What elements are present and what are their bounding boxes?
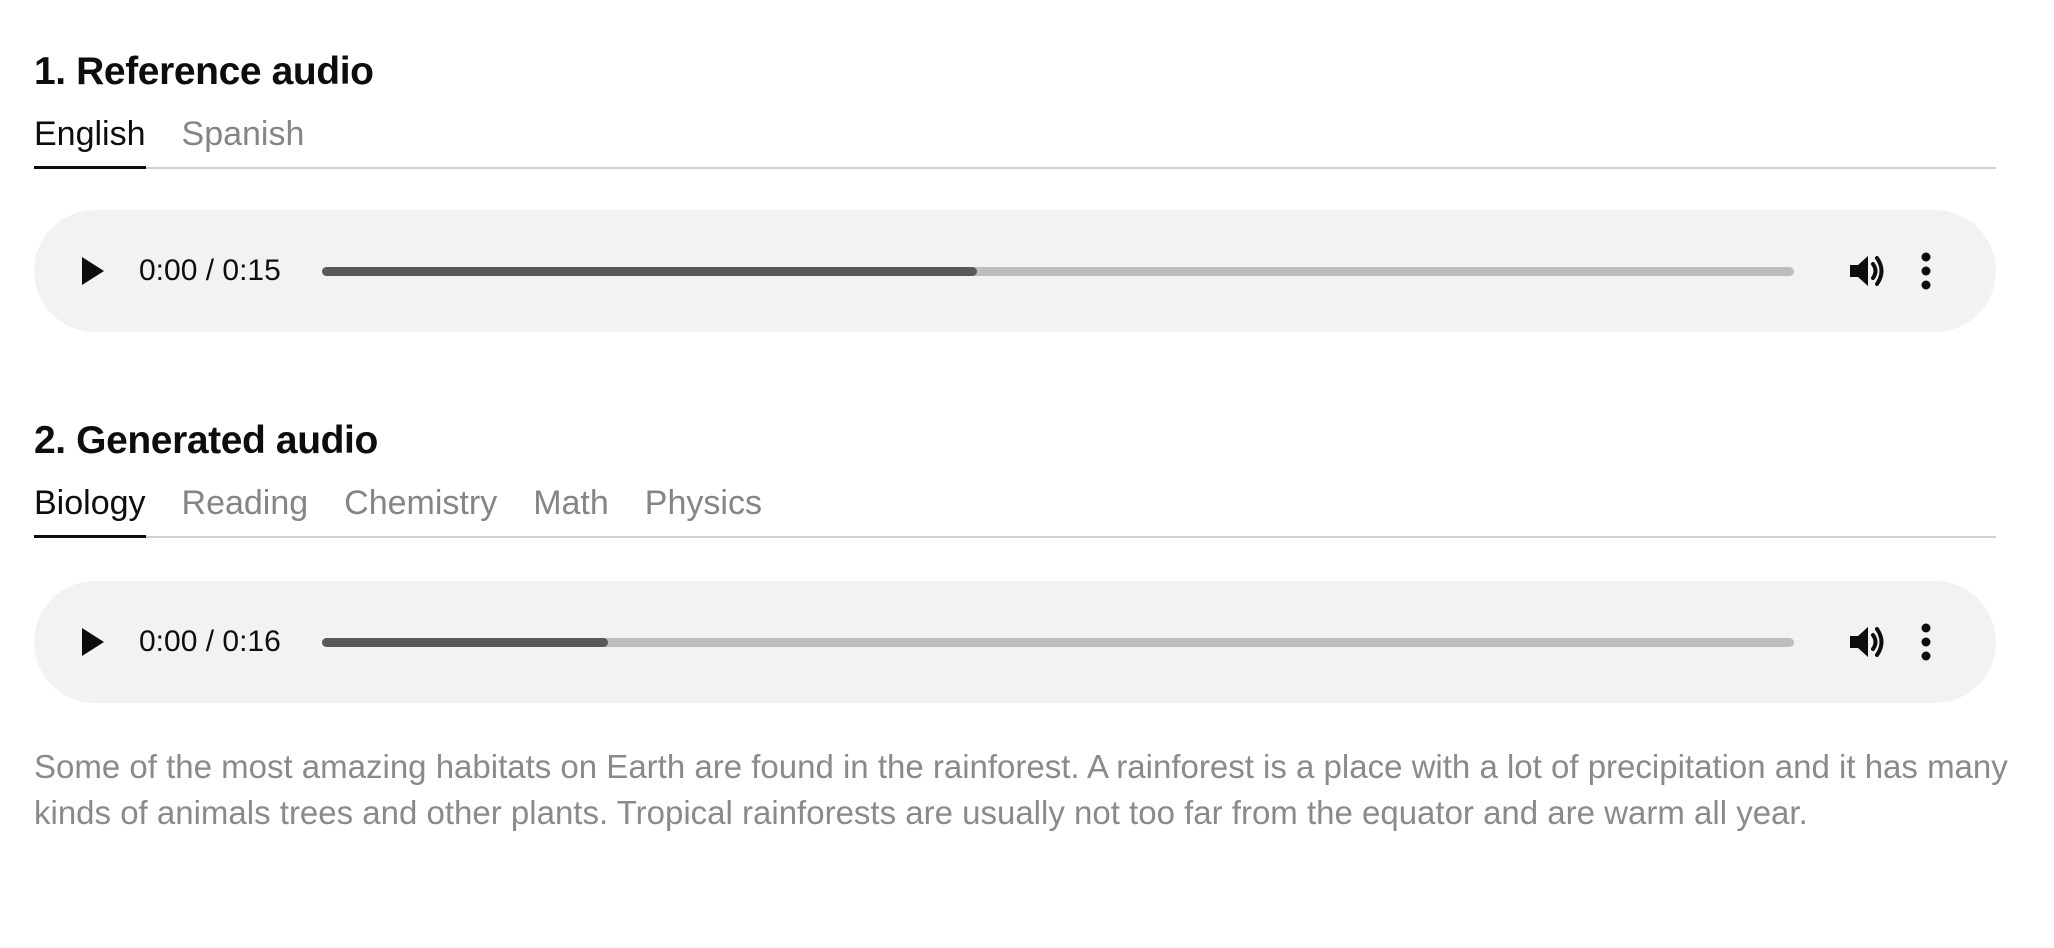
seek-bar-progress [322,638,608,647]
audio-time: 0:00 / 0:16 [139,625,281,658]
tab-spanish[interactable]: Spanish [182,115,305,167]
volume-button[interactable] [1848,252,1888,290]
generated-audio-player: 0:00 / 0:16 [34,581,1996,703]
more-options-button[interactable] [1920,623,1932,661]
volume-icon [1850,627,1884,657]
generated-subject-tabs: Biology Reading Chemistry Math Physics [34,484,1996,538]
more-vertical-icon [1921,623,1931,661]
tab-biology[interactable]: Biology [34,484,146,538]
generated-audio-heading: 2. Generated audio [34,419,378,462]
tab-physics[interactable]: Physics [645,484,762,536]
more-options-button[interactable] [1920,252,1932,290]
tab-chemistry[interactable]: Chemistry [344,484,497,536]
volume-button[interactable] [1848,623,1888,661]
play-icon [82,628,104,656]
more-vertical-icon [1921,252,1931,290]
tab-english[interactable]: English [34,115,146,169]
transcript-text: Some of the most amazing habitats on Ear… [34,748,2008,831]
reference-audio-heading: 1. Reference audio [34,50,374,93]
tab-math[interactable]: Math [533,484,609,536]
audio-time: 0:00 / 0:15 [139,254,281,287]
seek-bar[interactable] [322,267,1794,276]
play-icon [82,257,104,285]
seek-bar-progress [322,267,978,276]
play-button[interactable] [78,254,108,288]
reference-language-tabs: English Spanish [34,115,1996,169]
reference-audio-player: 0:00 / 0:15 [34,210,1996,332]
volume-icon [1850,256,1884,286]
play-button[interactable] [78,625,108,659]
tab-reading[interactable]: Reading [182,484,309,536]
seek-bar[interactable] [322,638,1794,647]
